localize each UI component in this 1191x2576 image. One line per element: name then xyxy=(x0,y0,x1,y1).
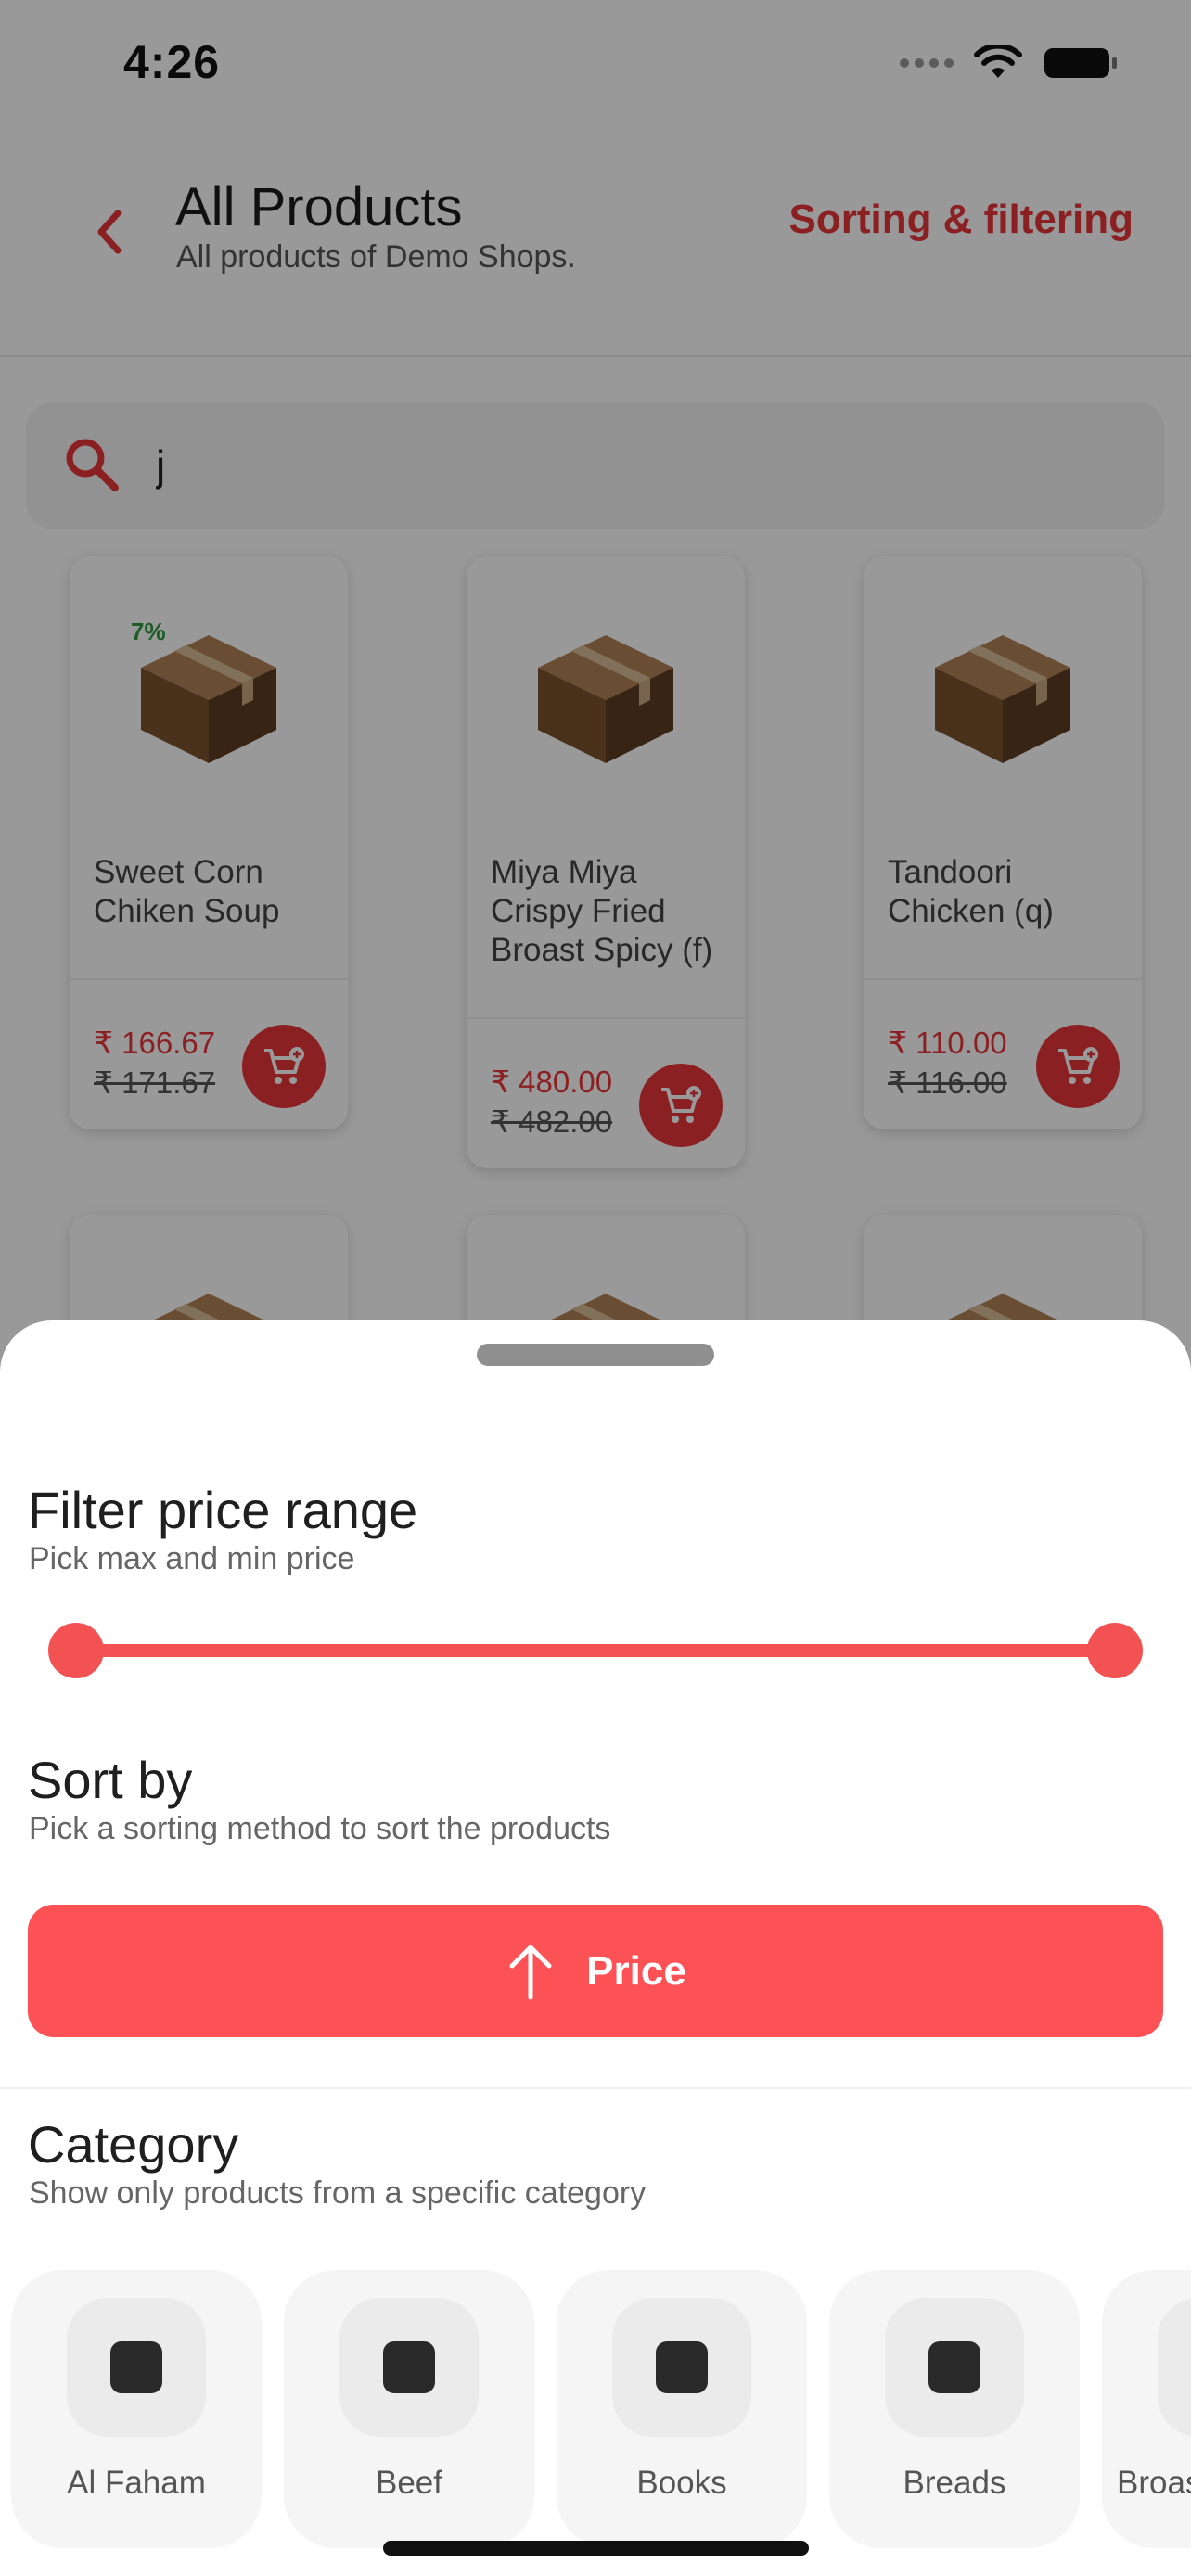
category-label: Breads xyxy=(903,2465,1006,2501)
price-range-min-thumb[interactable] xyxy=(48,1623,104,1678)
category-label: Books xyxy=(636,2465,727,2501)
category-item-books[interactable]: Books xyxy=(557,2270,807,2548)
category-title: Category xyxy=(28,2115,239,2174)
price-range-track[interactable] xyxy=(65,1644,1126,1657)
sort-button-label: Price xyxy=(586,1947,686,1994)
price-range-subtitle: Pick max and min price xyxy=(29,1541,355,1576)
arrow-up-icon xyxy=(509,1945,552,1999)
category-subtitle: Show only products from a specific categ… xyxy=(29,2175,647,2211)
sheet-drag-handle[interactable] xyxy=(477,1344,714,1366)
category-item-broas[interactable]: Broas xyxy=(1102,2270,1191,2548)
category-icon-holder xyxy=(339,2298,479,2437)
category-label: Beef xyxy=(376,2465,442,2501)
category-square-icon xyxy=(110,2341,162,2393)
section-divider xyxy=(0,2087,1191,2089)
category-icon-holder xyxy=(885,2298,1024,2437)
sort-price-button[interactable]: Price xyxy=(28,1905,1163,2037)
category-item-beef[interactable]: Beef xyxy=(284,2270,534,2548)
category-label: Broas xyxy=(1117,2465,1191,2501)
category-label: Al Faham xyxy=(67,2465,206,2501)
sort-by-title: Sort by xyxy=(28,1751,193,1809)
price-range-max-thumb[interactable] xyxy=(1087,1623,1143,1678)
sort-filter-sheet: Filter price range Pick max and min pric… xyxy=(0,1320,1191,2576)
category-square-icon xyxy=(656,2341,708,2393)
price-range-title: Filter price range xyxy=(28,1481,418,1539)
category-icon-holder xyxy=(67,2298,206,2437)
category-item-al-faham[interactable]: Al Faham xyxy=(11,2270,262,2548)
category-item-breads[interactable]: Breads xyxy=(829,2270,1080,2548)
category-icon-holder xyxy=(612,2298,751,2437)
home-indicator[interactable] xyxy=(383,2541,809,2556)
category-icon-holder xyxy=(1158,2298,1191,2437)
category-square-icon xyxy=(928,2341,980,2393)
sort-by-subtitle: Pick a sorting method to sort the produc… xyxy=(29,1811,611,1846)
category-square-icon xyxy=(383,2341,435,2393)
